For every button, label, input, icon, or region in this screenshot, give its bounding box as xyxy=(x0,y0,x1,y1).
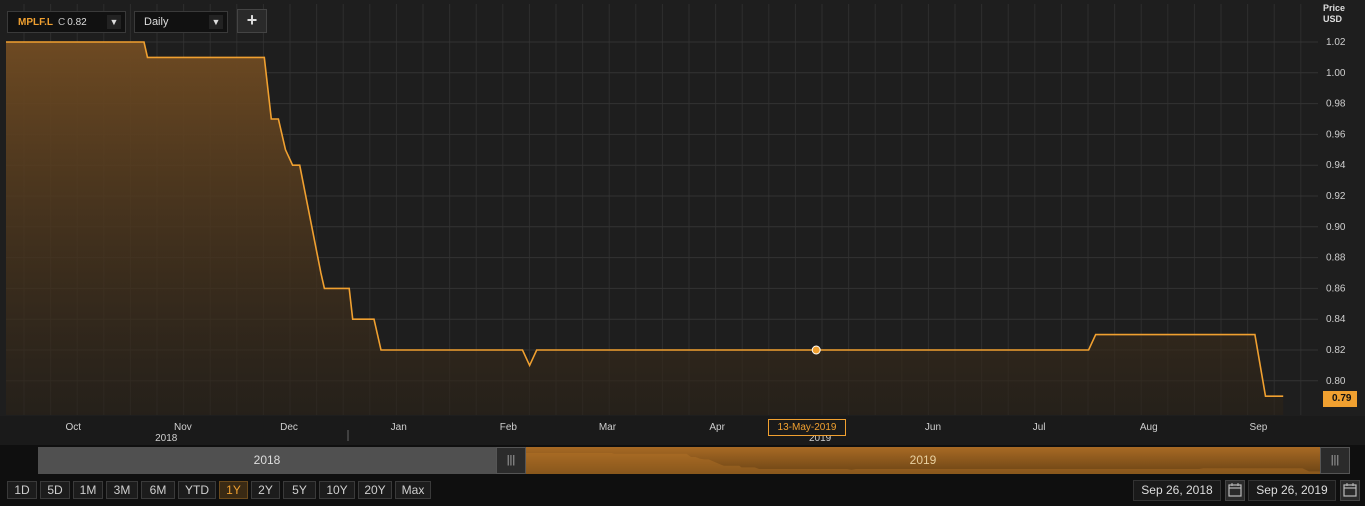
navigator-left-handle[interactable]: ||| xyxy=(496,447,526,474)
interval-label: Daily xyxy=(144,16,169,28)
x-tick-label: Jan xyxy=(391,422,407,433)
crosshair-point xyxy=(811,345,821,355)
price-chart[interactable]: 1.02 1.00 0.98 0.96 0.94 0.92 0.90 0.88 0.86 0.84… xyxy=(0,0,1365,445)
navigator-bar[interactable]: 2018 2019 ||| ||| xyxy=(38,447,1350,474)
price-axis-header: Price USD xyxy=(1323,3,1345,25)
navigator-year-2018: 2018 xyxy=(38,447,496,474)
start-calendar-button[interactable] xyxy=(1225,480,1245,501)
x-year-label: 2018 xyxy=(155,433,178,444)
y-tick-label: 0.94 xyxy=(1326,160,1346,171)
y-tick-label: 0.84 xyxy=(1326,314,1346,325)
add-comparison-button[interactable]: + xyxy=(237,9,267,33)
y-tick-label: 0.92 xyxy=(1326,191,1346,202)
y-tick-label: 1.00 xyxy=(1326,68,1346,79)
x-tick-label: Apr xyxy=(709,422,725,433)
x-tick-label: Dec xyxy=(280,422,298,433)
y-tick-label: 0.98 xyxy=(1326,99,1346,110)
range-button-5d[interactable]: 5D xyxy=(40,481,70,499)
close-prefix: C xyxy=(58,16,66,28)
x-tick-label: Feb xyxy=(500,422,518,433)
range-button-1m[interactable]: 1M xyxy=(73,481,103,499)
chevron-down-icon[interactable]: ▼ xyxy=(209,15,223,29)
x-tick-label: Mar xyxy=(599,422,617,433)
navigator-right-handle[interactable]: ||| xyxy=(1320,447,1350,474)
end-calendar-button[interactable] xyxy=(1340,480,1360,501)
crosshair-date-label: 13-May-2019 xyxy=(768,419,846,436)
y-tick-label: 0.86 xyxy=(1326,283,1346,294)
start-date-field[interactable]: Sep 26, 2018 xyxy=(1133,480,1221,501)
chevron-down-icon[interactable]: ▼ xyxy=(107,15,121,29)
currency-label: USD xyxy=(1323,14,1343,24)
price-axis-title: Price xyxy=(1323,3,1346,13)
x-tick-label: Aug xyxy=(1140,422,1158,433)
y-tick-label: 1.02 xyxy=(1326,37,1346,48)
close-value: 0.82 xyxy=(67,16,87,28)
x-axis-strip xyxy=(0,416,1365,445)
range-button-1d[interactable]: 1D xyxy=(7,481,37,499)
end-date-field[interactable]: Sep 26, 2019 xyxy=(1248,480,1336,501)
x-tick-label: Sep xyxy=(1250,422,1268,433)
y-tick-label: 0.88 xyxy=(1326,253,1346,264)
range-button-20y[interactable]: 20Y xyxy=(358,481,392,499)
last-price-badge: 0.79 xyxy=(1323,391,1357,407)
x-tick-label: Oct xyxy=(65,422,81,433)
navigator-year-2019: 2019 xyxy=(909,453,937,467)
calendar-icon xyxy=(1343,483,1357,497)
interval-selector[interactable]: Daily ▼ xyxy=(134,11,228,33)
navigator-selected-range[interactable]: 2019 xyxy=(526,447,1320,474)
range-button-max[interactable]: Max xyxy=(395,481,431,499)
range-button-6m[interactable]: 6M xyxy=(141,481,175,499)
range-button-5y[interactable]: 5Y xyxy=(283,481,316,499)
chart-area[interactable]: 1.02 1.00 0.98 0.96 0.94 0.92 0.90 0.88 0.86 0.84… xyxy=(0,0,1365,445)
x-tick-label: Jul xyxy=(1033,422,1046,433)
y-tick-label: 0.90 xyxy=(1326,222,1346,233)
range-button-ytd[interactable]: YTD xyxy=(178,481,216,499)
x-tick-label: Jun xyxy=(925,422,941,433)
ticker-selector[interactable]: MPLF.L C 0.82 ▼ xyxy=(7,11,126,33)
y-tick-label: 0.80 xyxy=(1326,376,1346,387)
x-tick-label: Nov xyxy=(174,422,192,433)
range-button-2y[interactable]: 2Y xyxy=(251,481,280,499)
range-button-1y[interactable]: 1Y xyxy=(219,481,248,499)
range-button-10y[interactable]: 10Y xyxy=(319,481,355,499)
y-tick-label: 0.82 xyxy=(1326,345,1346,356)
calendar-icon xyxy=(1228,483,1242,497)
ticker-symbol: MPLF.L xyxy=(18,16,53,28)
range-button-3m[interactable]: 3M xyxy=(106,481,138,499)
y-tick-label: 0.96 xyxy=(1326,129,1346,140)
